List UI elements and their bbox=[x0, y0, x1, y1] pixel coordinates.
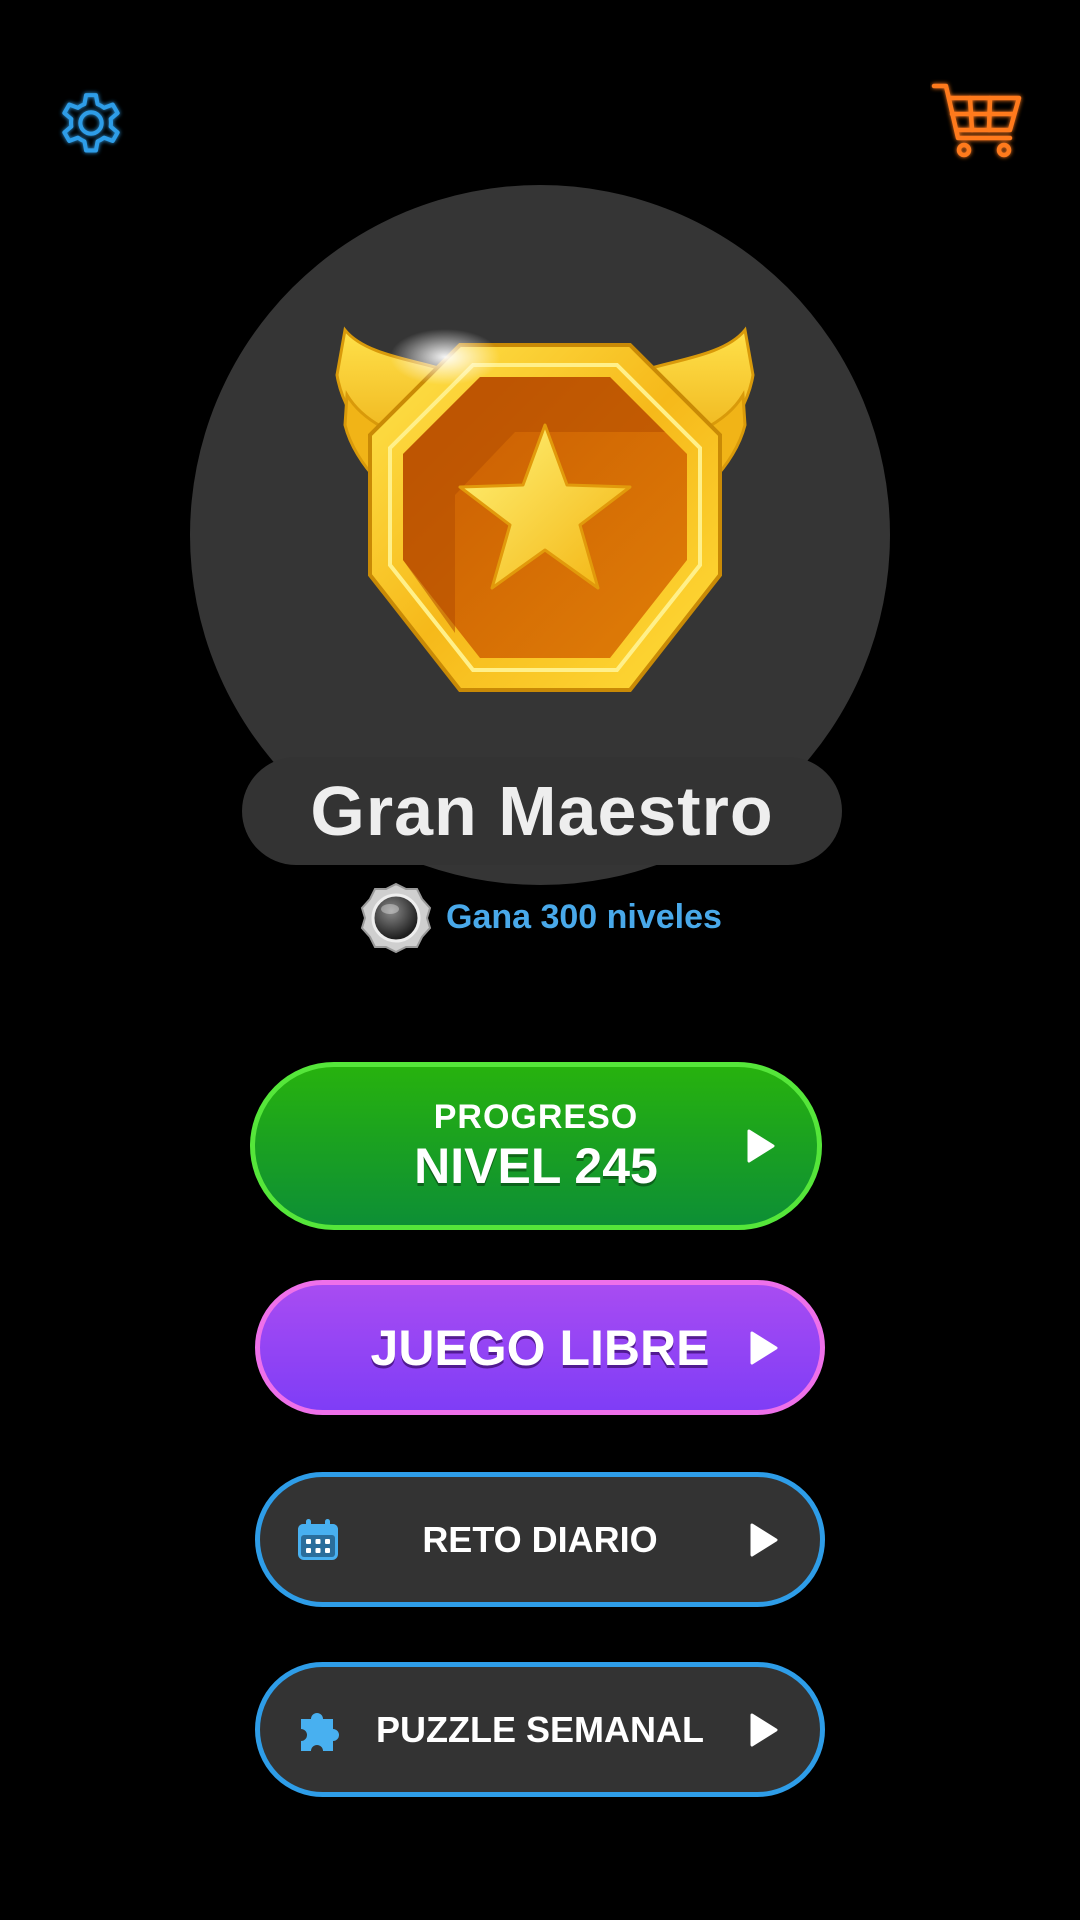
play-icon bbox=[750, 1331, 778, 1364]
free-play-label: JUEGO LIBRE bbox=[370, 1319, 710, 1376]
calendar-icon bbox=[298, 1518, 338, 1560]
weekly-puzzle-button[interactable]: PUZZLE SEMANAL bbox=[255, 1662, 825, 1797]
rank-requirement-text: Gana 300 niveles bbox=[446, 898, 722, 936]
shopping-cart-icon bbox=[931, 83, 1022, 158]
rank-title-pill: Gran Maestro bbox=[242, 757, 842, 865]
puzzle-piece-icon bbox=[301, 1712, 339, 1751]
play-icon bbox=[747, 1129, 775, 1163]
play-icon bbox=[750, 1523, 778, 1556]
progress-level-button[interactable]: PROGRESO NIVEL 245 bbox=[250, 1062, 822, 1230]
free-play-button[interactable]: JUEGO LIBRE bbox=[255, 1280, 825, 1415]
shop-button[interactable] bbox=[930, 78, 1026, 168]
daily-challenge-label: RETO DIARIO bbox=[422, 1518, 658, 1560]
rank-badge bbox=[325, 315, 765, 705]
play-icon bbox=[750, 1713, 778, 1746]
progress-caption: PROGRESO bbox=[433, 1098, 639, 1136]
winged-star-medal-icon bbox=[335, 326, 755, 692]
rank-title: Gran Maestro bbox=[310, 772, 774, 850]
daily-challenge-button[interactable]: RETO DIARIO bbox=[255, 1472, 825, 1607]
settings-button[interactable] bbox=[50, 82, 132, 164]
gear-icon bbox=[62, 93, 120, 153]
rank-requirement: Gana 300 niveles bbox=[360, 880, 722, 955]
silver-coin-icon bbox=[360, 882, 432, 953]
progress-level-label: NIVEL 245 bbox=[414, 1138, 658, 1194]
weekly-puzzle-label: PUZZLE SEMANAL bbox=[376, 1708, 704, 1750]
